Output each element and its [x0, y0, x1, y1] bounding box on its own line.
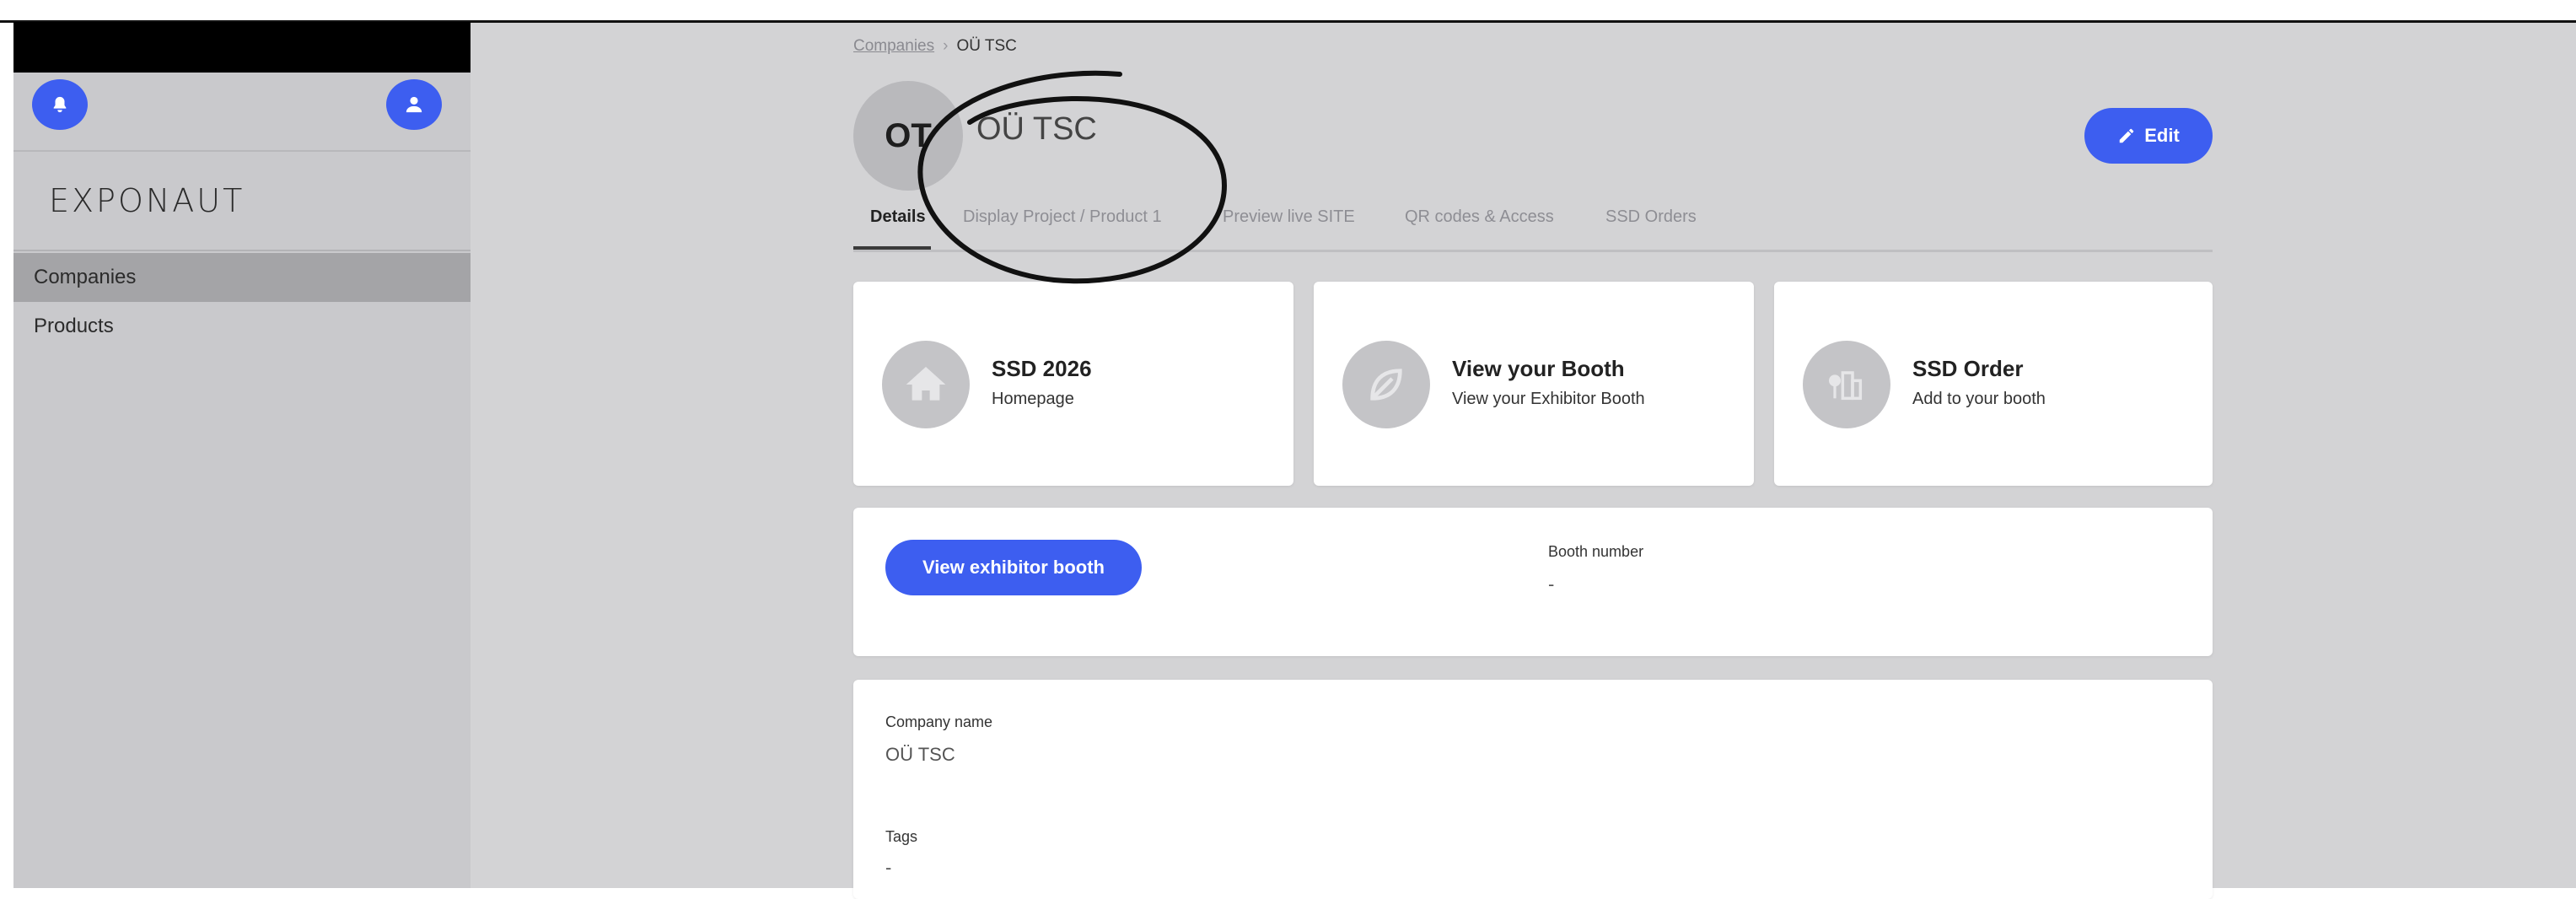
- tab-ssd-orders[interactable]: SSD Orders: [1605, 207, 1697, 227]
- card-subtitle: Homepage: [992, 390, 1074, 408]
- tab-details[interactable]: Details: [870, 207, 926, 227]
- pencil-icon: [2119, 128, 2134, 143]
- buildings-icon: [1803, 341, 1890, 428]
- card-ssd-homepage[interactable]: SSD 2026 Homepage: [853, 282, 1293, 486]
- sidebar-header-bar: [13, 22, 471, 73]
- edit-button[interactable]: Edit: [2084, 108, 2213, 164]
- active-tab-indicator: [853, 246, 931, 250]
- company-name-value: OÜ TSC: [885, 744, 955, 765]
- user-icon: [406, 96, 422, 113]
- tab-bar: Details Display Project / Product 1 Prev…: [853, 204, 2213, 252]
- leaf-icon: [1342, 341, 1430, 428]
- breadcrumb-separator: ›: [943, 37, 949, 55]
- sidebar: EXPONAUT Companies Products: [13, 22, 471, 888]
- breadcrumb-current: OÜ TSC: [956, 37, 1017, 55]
- tags-value: -: [885, 857, 892, 878]
- home-icon: [882, 341, 970, 428]
- tab-preview-live-site[interactable]: Preview live SITE: [1223, 207, 1355, 227]
- card-view-booth[interactable]: View your Booth View your Exhibitor Boot…: [1314, 282, 1754, 486]
- booth-number-label: Booth number: [1548, 543, 1644, 560]
- notifications-button[interactable]: [32, 79, 88, 130]
- card-title: SSD 2026: [992, 356, 1092, 381]
- company-avatar: OT: [853, 81, 963, 191]
- booth-number-value: -: [1548, 573, 1555, 595]
- breadcrumb: Companies › OÜ TSC: [853, 37, 1017, 56]
- bell-icon: [53, 96, 67, 113]
- edit-button-label: Edit: [2144, 125, 2180, 146]
- sidebar-item-companies[interactable]: Companies: [13, 253, 471, 302]
- booth-card: View exhibitor booth Booth number -: [853, 508, 2213, 656]
- card-ssd-order[interactable]: SSD Order Add to your booth: [1774, 282, 2213, 486]
- sidebar-item-products[interactable]: Products: [13, 302, 471, 351]
- card-subtitle: Add to your booth: [1912, 390, 2046, 408]
- page-title: OÜ TSC: [976, 111, 1097, 147]
- exponaut-logo: EXPONAUT: [49, 182, 245, 219]
- tab-display-project[interactable]: Display Project / Product 1: [963, 207, 1162, 227]
- view-exhibitor-booth-button[interactable]: View exhibitor booth: [885, 540, 1142, 595]
- tab-qr-codes-access[interactable]: QR codes & Access: [1405, 207, 1554, 227]
- card-title: SSD Order: [1912, 356, 2024, 381]
- sidebar-divider: [13, 250, 471, 251]
- tags-label: Tags: [885, 828, 918, 845]
- company-name-label: Company name: [885, 713, 993, 730]
- breadcrumb-link-companies[interactable]: Companies: [853, 37, 934, 55]
- card-subtitle: View your Exhibitor Booth: [1452, 390, 1645, 408]
- card-title: View your Booth: [1452, 356, 1625, 381]
- profile-button[interactable]: [386, 79, 442, 130]
- company-details-card: Company name OÜ TSC Tags -: [853, 680, 2213, 899]
- sidebar-divider: [13, 150, 471, 152]
